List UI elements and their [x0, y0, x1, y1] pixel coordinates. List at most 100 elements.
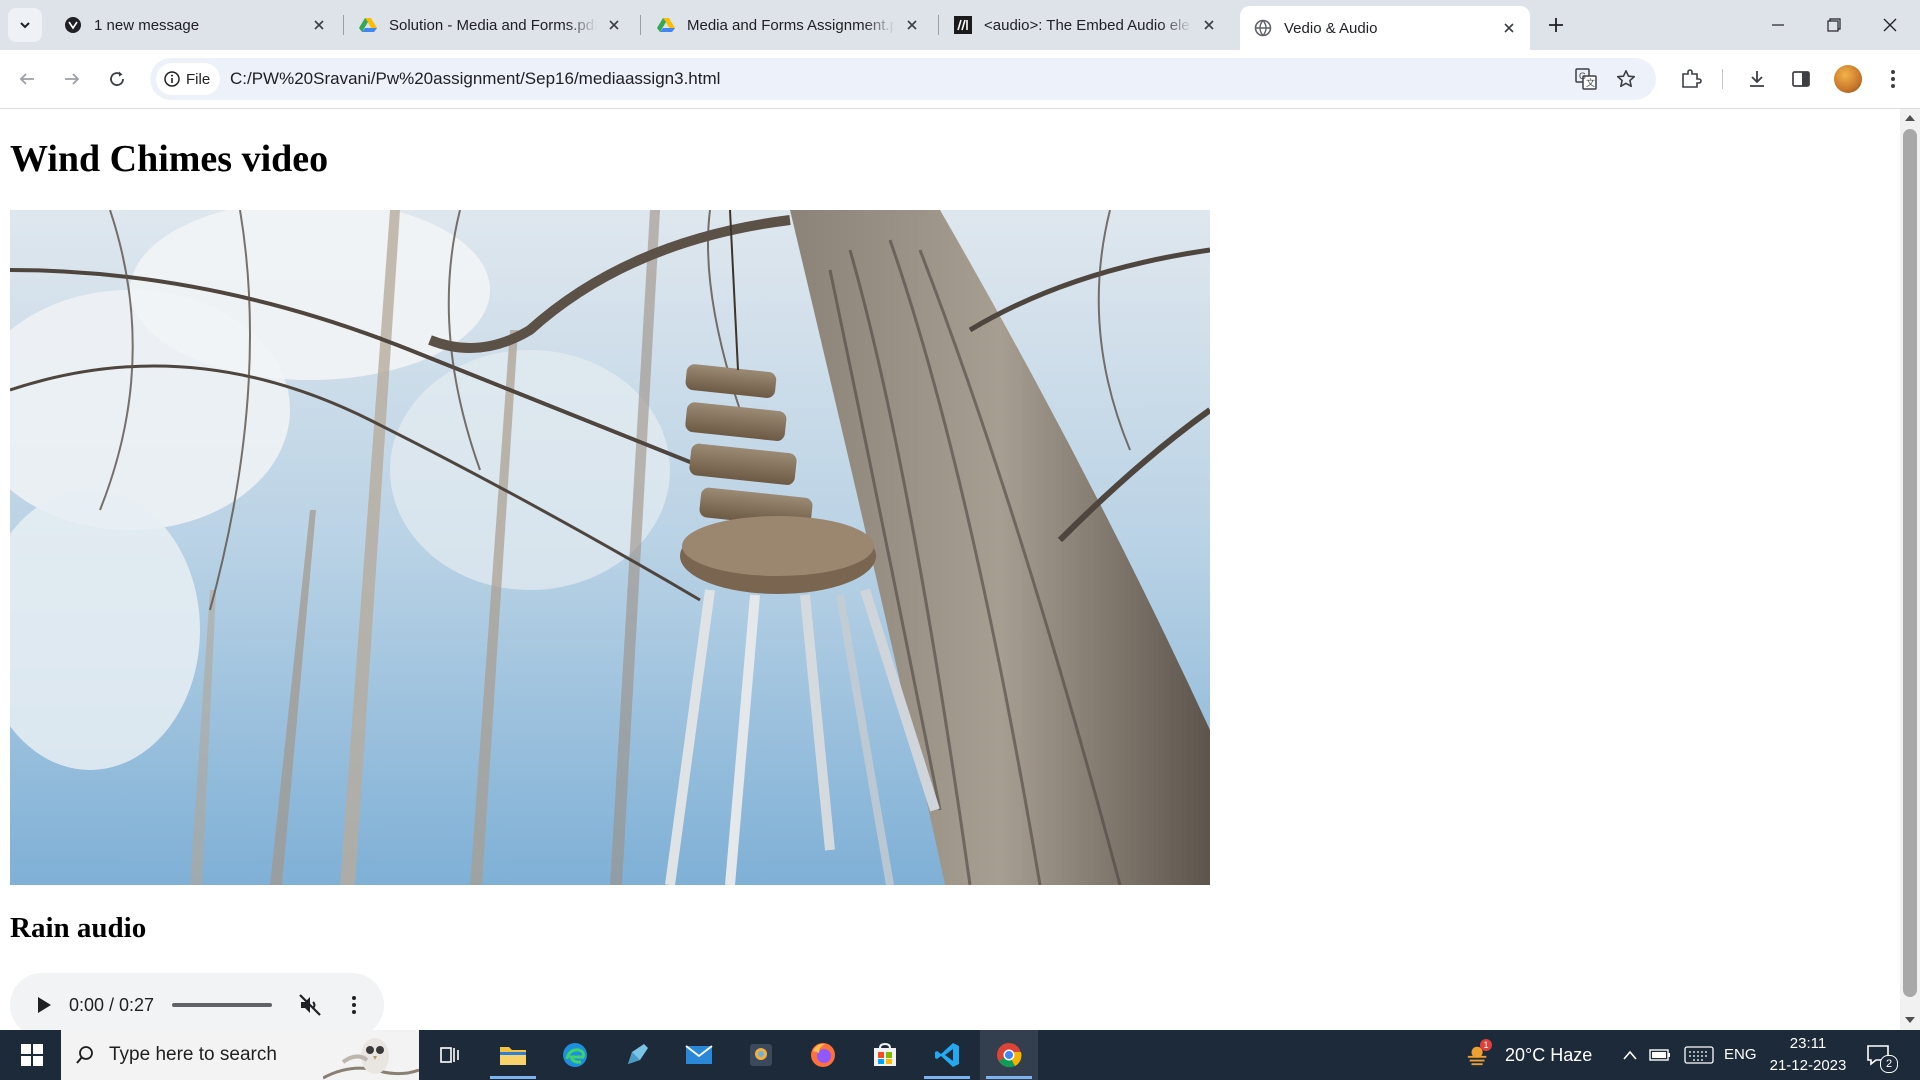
close-icon[interactable]: [901, 14, 923, 36]
translate-button[interactable]: G文: [1570, 63, 1602, 95]
downloads-button[interactable]: [1740, 62, 1774, 96]
audio-progress-slider[interactable]: [172, 1003, 272, 1007]
wind-chimes-video[interactable]: [10, 210, 1210, 885]
task-view-button[interactable]: [421, 1030, 479, 1080]
more-vertical-icon: [352, 996, 356, 1014]
menu-button[interactable]: [1876, 62, 1910, 96]
notification-count: 2: [1880, 1055, 1898, 1073]
minimize-button[interactable]: [1750, 0, 1806, 50]
task-view-icon: [440, 1047, 459, 1063]
taskbar-chrome[interactable]: [980, 1030, 1038, 1080]
new-tab-button[interactable]: [1542, 11, 1570, 39]
side-panel-button[interactable]: [1784, 62, 1818, 96]
forward-button[interactable]: [55, 62, 89, 96]
tab-assignment-pdf[interactable]: Media and Forms Assignment.p: [643, 6, 933, 44]
url-text: C:/PW%20Sravani/Pw%20assignment/Sep16/me…: [230, 69, 721, 88]
star-icon: [1616, 70, 1636, 88]
taskbar-firefox[interactable]: [794, 1030, 852, 1080]
play-button[interactable]: [30, 991, 58, 1019]
back-button[interactable]: [10, 62, 44, 96]
tab-solution-pdf[interactable]: Solution - Media and Forms.pdf: [345, 6, 635, 44]
taskbar-clock[interactable]: 23:11 21-12-2023: [1758, 1033, 1858, 1077]
svg-text:文: 文: [1586, 77, 1595, 88]
scroll-down-icon[interactable]: [1904, 1015, 1916, 1025]
firefox-icon: [811, 1043, 835, 1067]
tab-vedio-audio[interactable]: Vedio & Audio: [1240, 6, 1530, 50]
page-heading: Wind Chimes video: [10, 138, 329, 180]
video-frame: [10, 210, 1210, 885]
google-drive-icon: [657, 16, 675, 34]
taskbar-vscode[interactable]: [918, 1030, 976, 1080]
mdn-icon: [954, 16, 972, 34]
audio-options-button[interactable]: [340, 991, 368, 1019]
google-drive-icon: [359, 16, 377, 34]
show-hidden-icons-button[interactable]: [1618, 1043, 1642, 1067]
taskbar-photos-app[interactable]: [732, 1030, 790, 1080]
rain-audio-player[interactable]: 0:00 / 0:27: [10, 973, 384, 1030]
tab-title: 1 new message: [94, 16, 200, 34]
taskbar-mail[interactable]: [670, 1030, 728, 1080]
taskbar-pen-app[interactable]: [608, 1030, 666, 1080]
audio-heading: Rain audio: [10, 912, 147, 944]
profile-avatar[interactable]: [1834, 65, 1862, 93]
bookmark-button[interactable]: [1610, 63, 1642, 95]
photo-app-icon: [750, 1044, 772, 1066]
svg-text:G: G: [1579, 71, 1586, 81]
weather-text[interactable]: 20°C Haze: [1505, 1030, 1592, 1080]
globe-icon: [1254, 19, 1272, 37]
restore-icon: [1827, 18, 1841, 32]
chevron-up-icon: [1623, 1050, 1637, 1060]
close-icon[interactable]: [308, 14, 330, 36]
site-info-chip[interactable]: File: [156, 63, 221, 95]
search-placeholder: Type here to search: [109, 1044, 277, 1065]
play-icon: [38, 997, 51, 1013]
taskbar-search-box[interactable]: Type here to search: [61, 1030, 419, 1080]
tab-strip: 1 new message Solution - Media and Forms…: [0, 0, 1920, 50]
tab-gmail[interactable]: 1 new message: [50, 6, 340, 44]
restore-button[interactable]: [1806, 0, 1862, 50]
tab-search-button[interactable]: [8, 8, 42, 42]
clock-date: 21-12-2023: [1769, 1057, 1847, 1074]
mute-button[interactable]: [296, 991, 324, 1019]
tab-divider: [938, 15, 939, 35]
minimize-icon: [1772, 24, 1784, 26]
close-window-button[interactable]: [1862, 0, 1918, 50]
side-panel-icon: [1792, 71, 1810, 87]
page-scrollbar[interactable]: [1900, 109, 1920, 1030]
weather-badge: 1: [1480, 1039, 1492, 1051]
scrollbar-thumb[interactable]: [1903, 129, 1917, 997]
tab-title: Vedio & Audio: [1284, 19, 1378, 37]
download-icon: [1750, 71, 1764, 87]
language-indicator[interactable]: ENG: [1724, 1030, 1757, 1080]
taskbar-file-explorer[interactable]: [484, 1030, 542, 1080]
address-bar[interactable]: File C:/PW%20Sravani/Pw%20assignment/Sep…: [150, 58, 1656, 100]
puzzle-icon: [1682, 69, 1702, 88]
reload-icon: [110, 71, 124, 86]
vscode-icon: [935, 1043, 959, 1067]
windows-taskbar: Type here to search 1 20°C Haze ENG 23:1…: [0, 1030, 1920, 1080]
chrome-icon: [997, 1043, 1022, 1068]
close-icon[interactable]: [603, 14, 625, 36]
edge-icon: [563, 1043, 587, 1067]
scroll-up-icon[interactable]: [1904, 113, 1916, 123]
tab-divider: [640, 15, 641, 35]
mail-circle-icon: [64, 16, 82, 34]
close-icon[interactable]: [1198, 14, 1220, 36]
translate-icon: G文: [1575, 68, 1597, 90]
battery-icon[interactable]: [1648, 1043, 1672, 1067]
arrow-right-icon: [65, 73, 80, 85]
close-icon[interactable]: [1498, 17, 1520, 39]
tab-mdn-audio[interactable]: <audio>: The Embed Audio ele: [940, 6, 1230, 44]
start-button[interactable]: [8, 1030, 56, 1080]
taskbar-store[interactable]: [856, 1030, 914, 1080]
browser-toolbar: File C:/PW%20Sravani/Pw%20assignment/Sep…: [0, 50, 1920, 109]
keyboard-icon[interactable]: [1684, 1043, 1714, 1067]
tab-title: <audio>: The Embed Audio ele: [984, 16, 1190, 34]
folder-icon: [500, 1047, 526, 1065]
search-icon: [76, 1046, 93, 1064]
reload-button[interactable]: [100, 62, 134, 96]
pen-icon: [628, 1044, 648, 1064]
extensions-button[interactable]: [1674, 62, 1708, 96]
chevron-down-icon: [20, 22, 30, 29]
taskbar-edge[interactable]: [546, 1030, 604, 1080]
